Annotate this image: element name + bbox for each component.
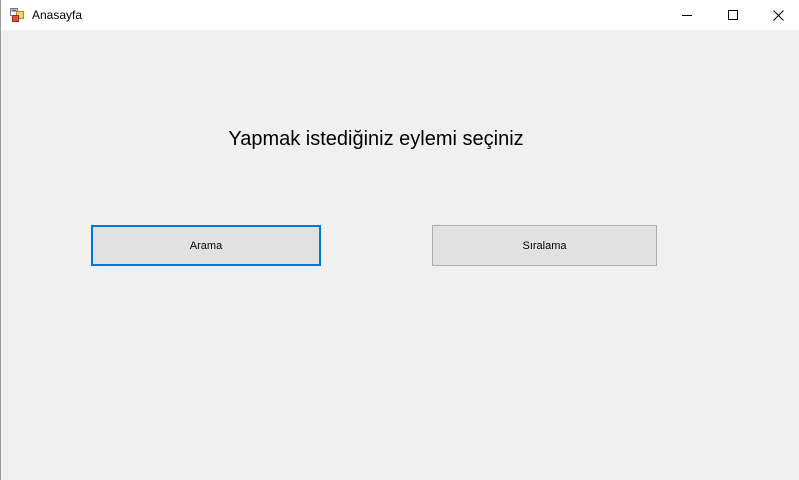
search-button[interactable]: Arama <box>91 225 321 266</box>
app-window: Anasayfa Yapmak istediğiniz eylemi seçin… <box>0 0 799 480</box>
minimize-icon <box>682 15 692 16</box>
title-bar[interactable]: Anasayfa <box>1 0 799 30</box>
close-button[interactable] <box>755 0 799 30</box>
minimize-button[interactable] <box>664 0 710 30</box>
page-heading: Yapmak istediğiniz eylemi seçiniz <box>1 127 751 151</box>
close-icon <box>772 9 784 21</box>
search-button-label: Arama <box>189 239 223 252</box>
form-icon <box>10 8 24 22</box>
maximize-button[interactable] <box>710 0 756 30</box>
page-heading-text: Yapmak istediğiniz eylemi seçiniz <box>228 128 524 150</box>
sort-button[interactable]: Sıralama <box>432 225 657 266</box>
sort-button-label: Sıralama <box>522 239 567 252</box>
maximize-icon <box>728 10 738 20</box>
window-title: Anasayfa <box>32 8 83 22</box>
